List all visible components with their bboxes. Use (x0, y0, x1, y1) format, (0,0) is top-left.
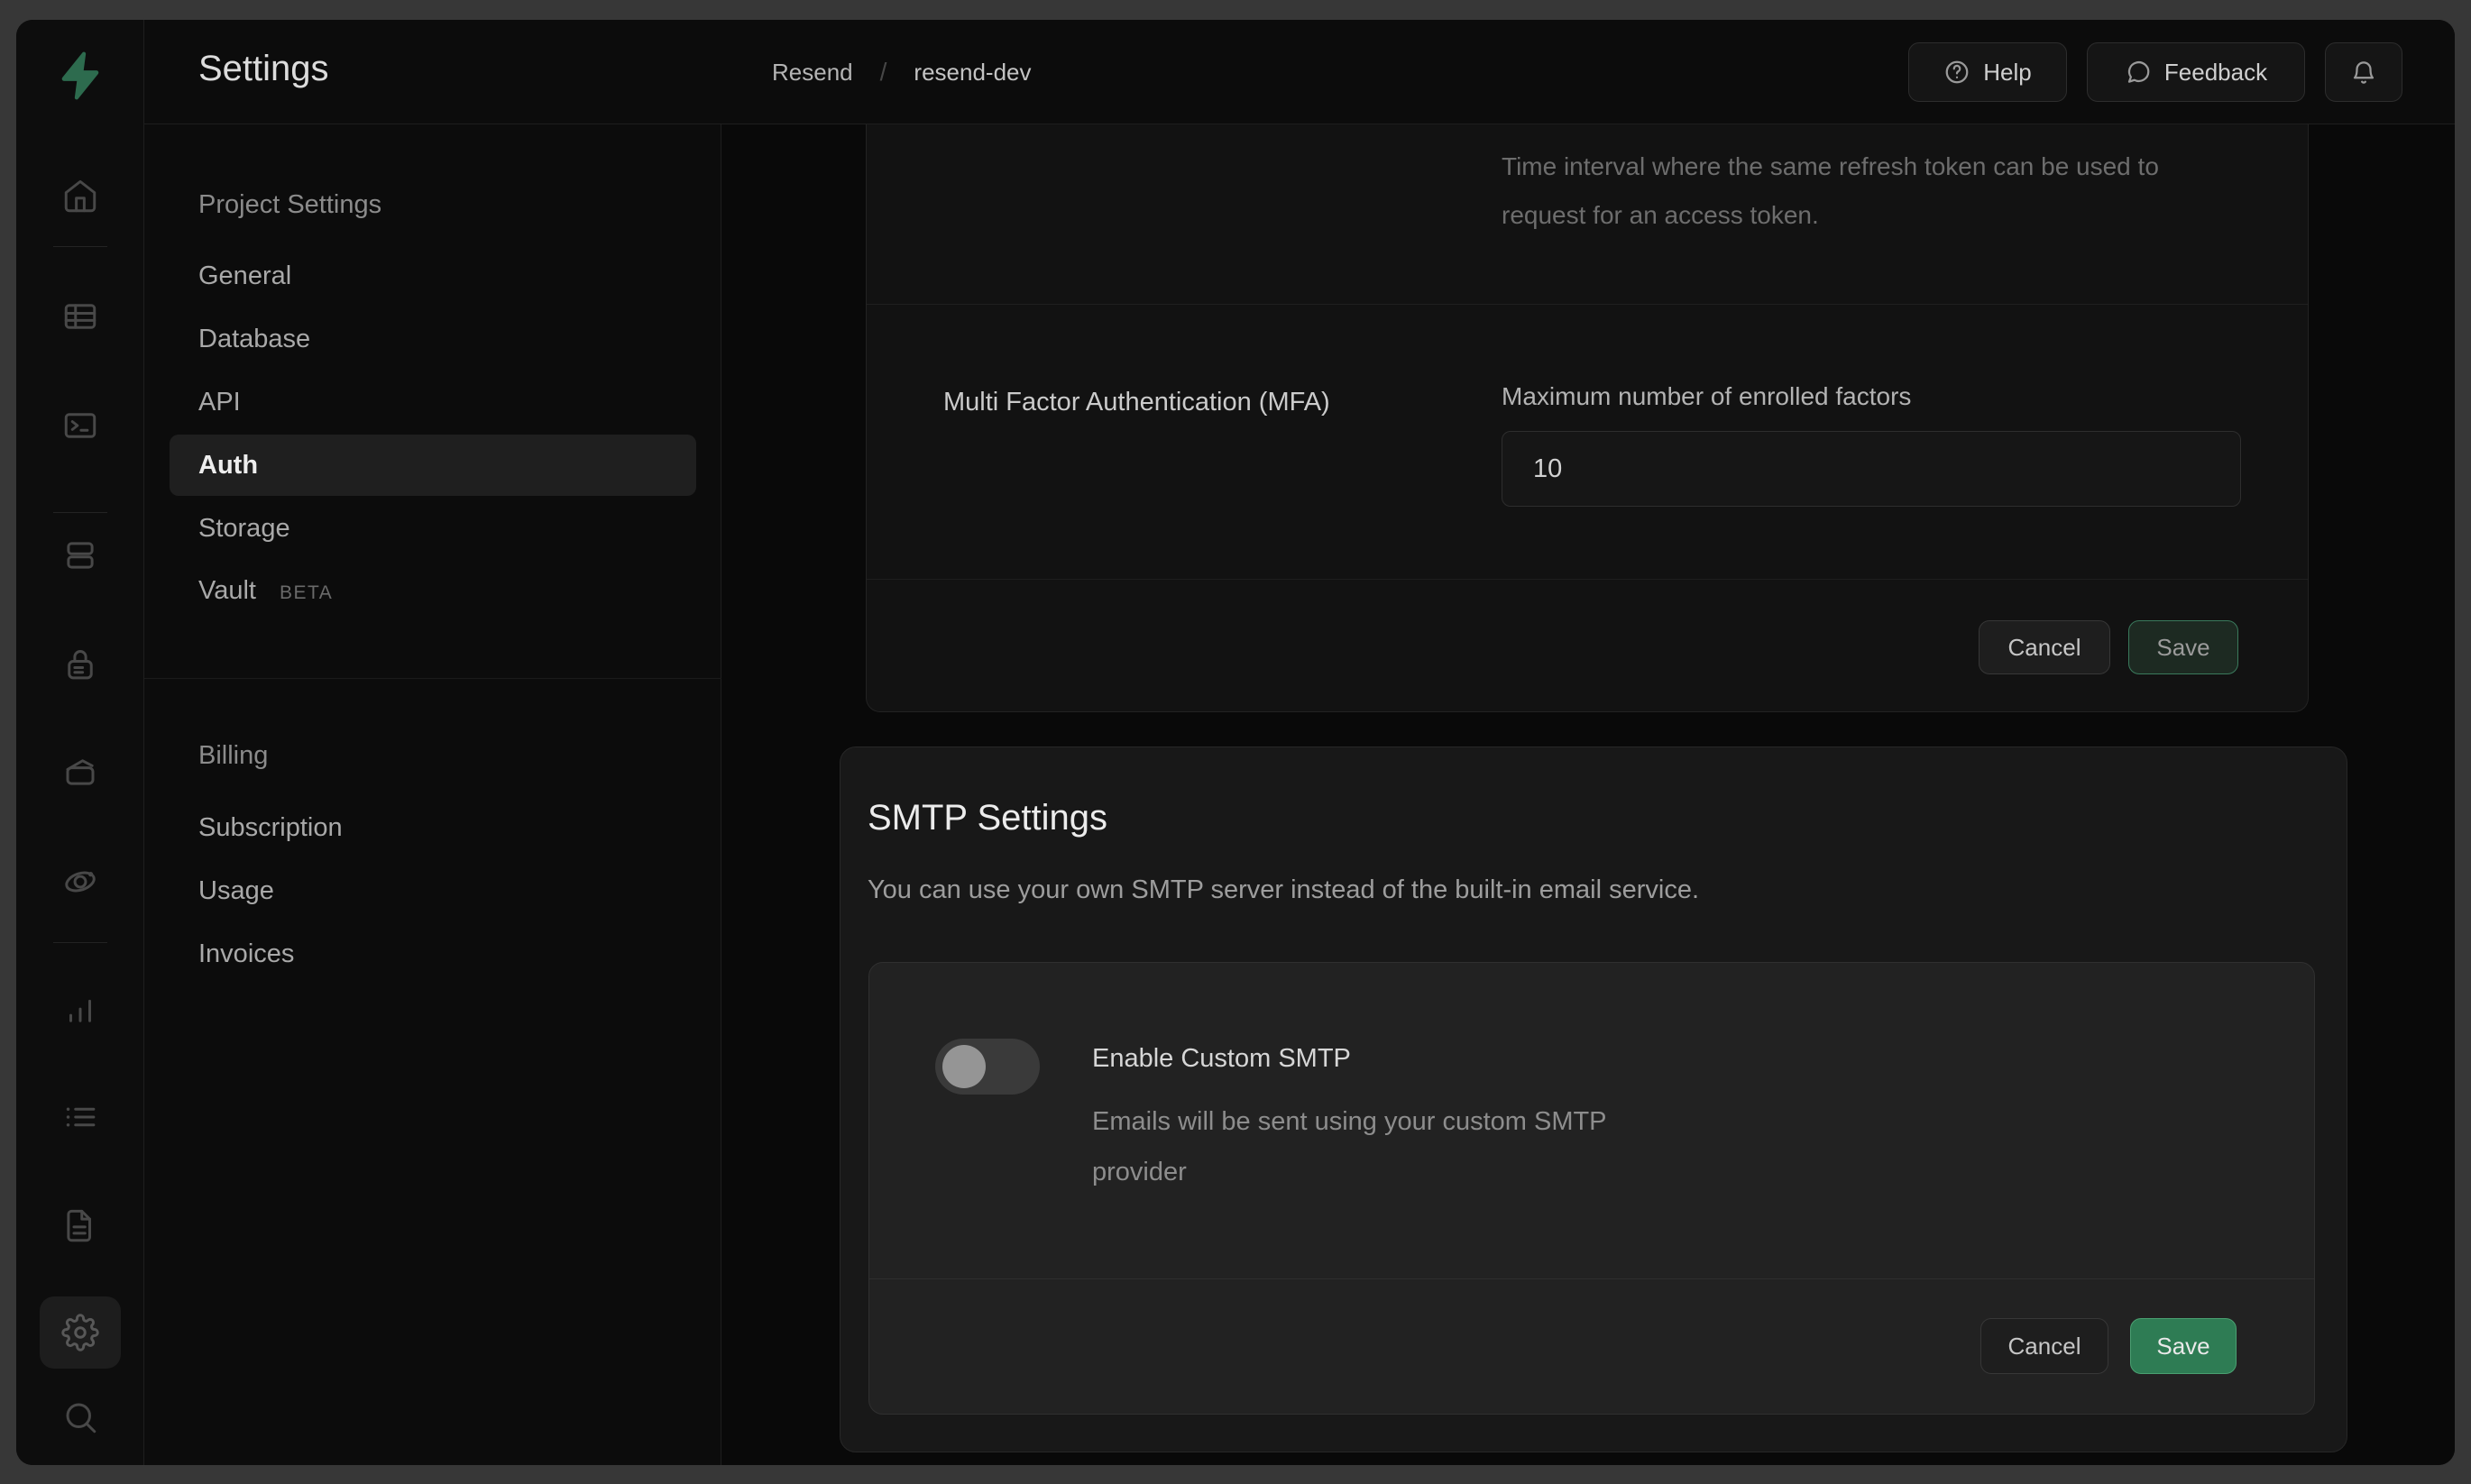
reports-icon[interactable] (61, 991, 99, 1029)
feedback-button[interactable]: Feedback (2087, 42, 2305, 102)
database-icon[interactable] (61, 536, 99, 574)
rail-divider (53, 246, 107, 247)
sql-editor-icon[interactable] (61, 407, 99, 444)
smtp-description: You can use your own SMTP server instead… (868, 875, 1699, 905)
nav-divider (144, 678, 721, 679)
feedback-chat-icon (2125, 59, 2152, 86)
table-editor-icon[interactable] (61, 298, 99, 335)
settings-nav-panel: Project Settings General Database API Au… (144, 20, 721, 1465)
breadcrumb-project[interactable]: resend-dev (914, 59, 1031, 87)
rail-divider (53, 942, 107, 943)
nav-item-vault-label: Vault (198, 576, 256, 605)
settings-gear-icon[interactable] (61, 1314, 99, 1351)
home-icon[interactable] (61, 178, 99, 215)
mfa-section-label: Multi Factor Authentication (MFA) (943, 388, 1330, 417)
card-divider (867, 304, 2308, 305)
beta-badge: BETA (280, 582, 333, 603)
help-button-label: Help (1983, 59, 2031, 87)
notifications-button[interactable] (2325, 42, 2402, 102)
search-icon[interactable] (61, 1398, 99, 1436)
breadcrumb: Resend / resend-dev (772, 20, 1031, 124)
auth-lock-icon[interactable] (61, 646, 99, 683)
logs-icon[interactable] (61, 1098, 99, 1136)
realtime-icon[interactable] (61, 863, 99, 901)
nav-item-invoices[interactable]: Invoices (198, 939, 294, 969)
smtp-footer-divider (869, 1278, 2314, 1279)
max-enrolled-factors-label: Maximum number of enrolled factors (1502, 382, 1911, 411)
nav-item-subscription[interactable]: Subscription (198, 813, 343, 843)
enable-custom-smtp-toggle[interactable] (935, 1039, 1040, 1095)
smtp-title: SMTP Settings (868, 798, 1107, 838)
smtp-settings-card: SMTP Settings You can use your own SMTP … (840, 747, 2347, 1452)
breadcrumb-separator: / (880, 58, 887, 87)
smtp-form-panel: Enable Custom SMTP Emails will be sent u… (868, 962, 2315, 1415)
auth-save-button[interactable]: Save (2128, 620, 2238, 674)
smtp-save-button[interactable]: Save (2130, 1318, 2237, 1374)
help-button[interactable]: Help (1908, 42, 2067, 102)
nav-item-vault[interactable]: Vault BETA (198, 576, 333, 606)
bell-icon (2350, 59, 2377, 86)
help-icon (1943, 59, 1970, 86)
max-enrolled-factors-input[interactable] (1502, 431, 2241, 507)
nav-heading-billing: Billing (198, 741, 268, 771)
nav-item-auth[interactable]: Auth (198, 451, 258, 481)
nav-item-general[interactable]: General (198, 261, 291, 291)
smtp-cancel-button[interactable]: Cancel (1980, 1318, 2108, 1374)
top-header: Settings Resend / resend-dev Help Feedba… (144, 20, 2455, 124)
enable-custom-smtp-label: Enable Custom SMTP (1092, 1044, 1351, 1074)
rail-divider (53, 512, 107, 513)
breadcrumb-org[interactable]: Resend (772, 59, 853, 87)
nav-item-api[interactable]: API (198, 388, 241, 417)
supabase-logo-icon[interactable] (51, 47, 109, 105)
auth-cancel-button[interactable]: Cancel (1979, 620, 2110, 674)
main-content: Time interval where the same refresh tok… (721, 124, 2455, 1465)
auth-settings-card: Time interval where the same refresh tok… (866, 124, 2309, 712)
docs-icon[interactable] (61, 1207, 99, 1245)
icon-rail (16, 20, 144, 1465)
nav-item-usage[interactable]: Usage (198, 876, 274, 906)
nav-heading-project-settings: Project Settings (198, 190, 381, 220)
feedback-button-label: Feedback (2164, 59, 2267, 87)
app-window: Project Settings General Database API Au… (16, 20, 2455, 1465)
refresh-token-description: Time interval where the same refresh tok… (1502, 142, 2223, 240)
nav-item-database[interactable]: Database (198, 325, 310, 354)
storage-icon[interactable] (61, 753, 99, 791)
nav-item-storage[interactable]: Storage (198, 514, 290, 544)
card-divider (867, 579, 2308, 580)
toggle-knob (942, 1045, 986, 1088)
enable-custom-smtp-description: Emails will be sent using your custom SM… (1092, 1096, 1611, 1197)
page-title: Settings (198, 49, 329, 89)
